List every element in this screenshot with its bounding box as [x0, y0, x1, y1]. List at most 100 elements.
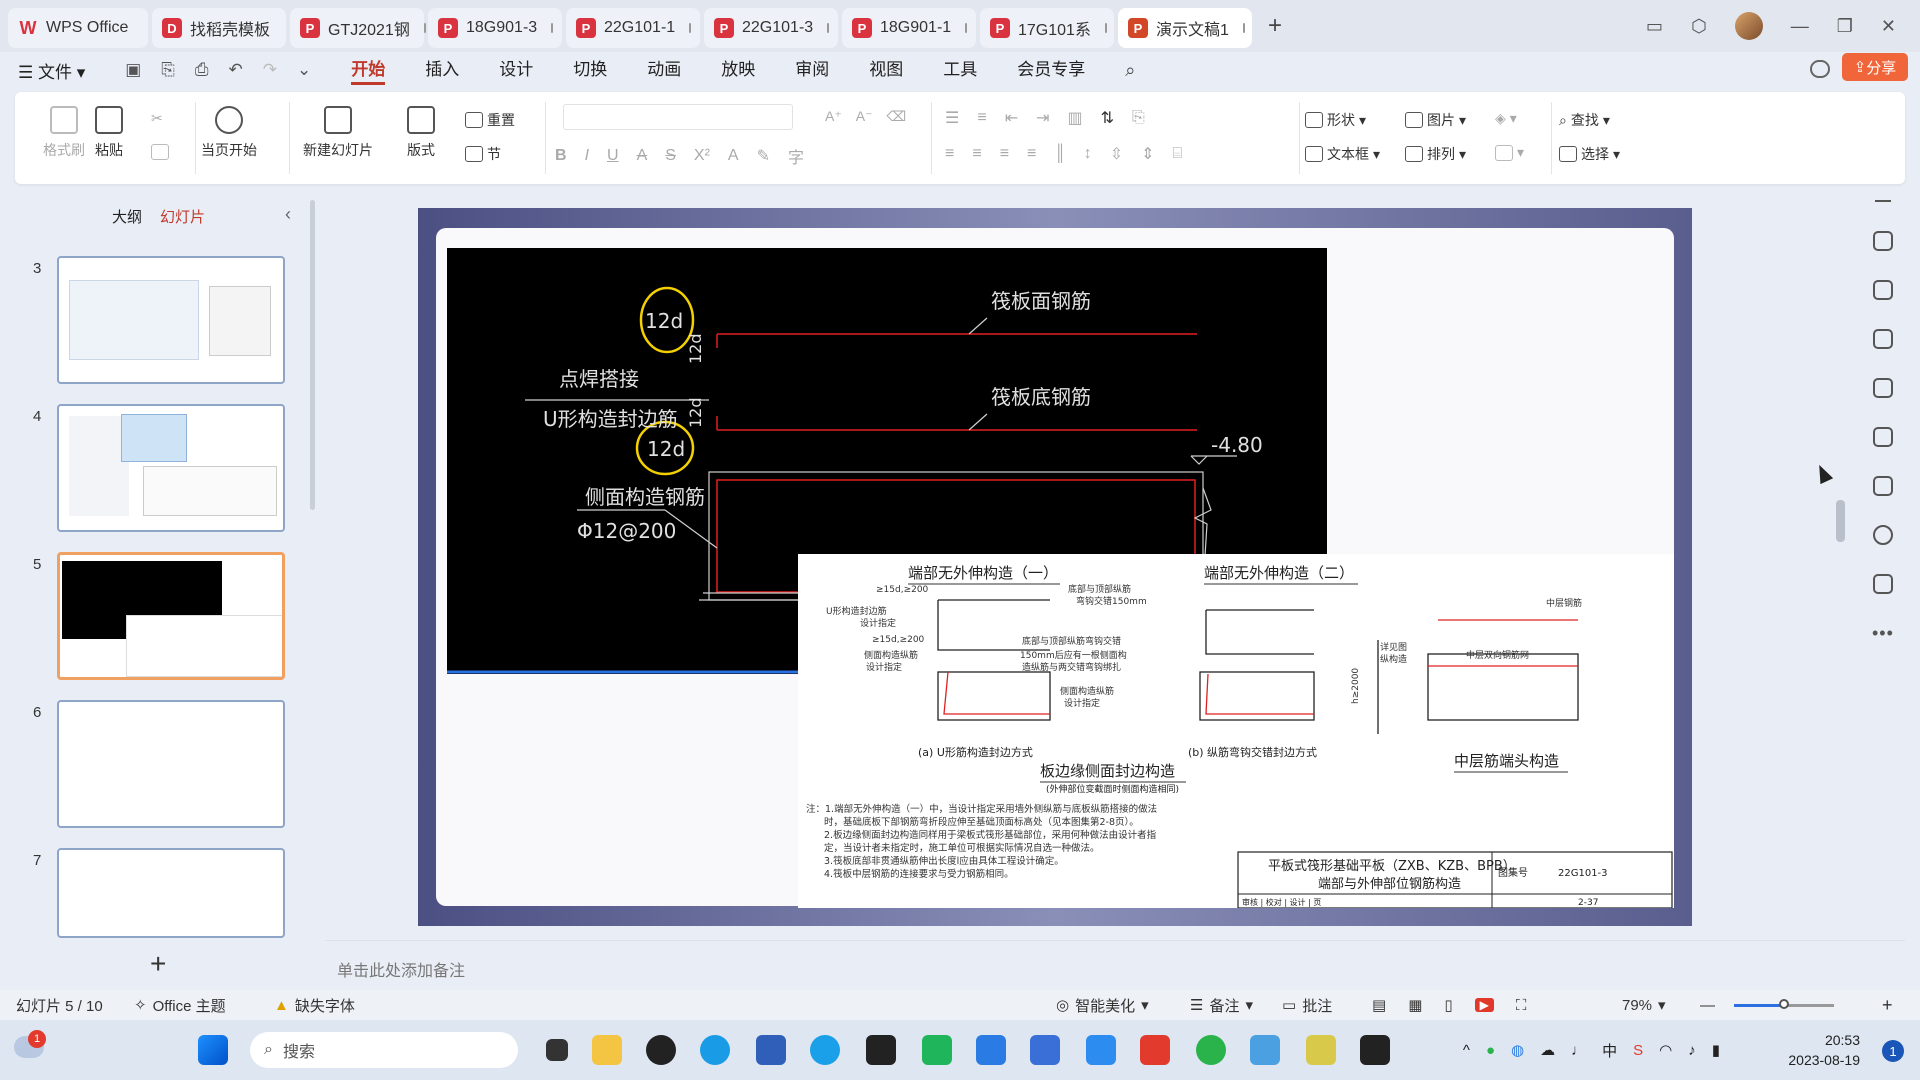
- notes-pane[interactable]: 单击此处添加备注: [325, 940, 1905, 992]
- restore-icon[interactable]: ❐: [1837, 16, 1853, 37]
- slide-thumbnail[interactable]: [57, 256, 285, 384]
- file-menu[interactable]: ☰ 文件 ▾: [18, 58, 85, 83]
- convert-icon[interactable]: ⎘: [1132, 109, 1145, 127]
- slideshow-icon[interactable]: ▶: [1474, 998, 1494, 1012]
- more-chevron-icon[interactable]: ⌄: [297, 60, 311, 80]
- text-columns-icon[interactable]: ▥: [1068, 108, 1083, 128]
- cube-app-icon[interactable]: [866, 1035, 896, 1065]
- wps-tray-icon[interactable]: S: [1633, 1042, 1643, 1059]
- adjust-icon[interactable]: [1872, 231, 1893, 251]
- copy-button[interactable]: [151, 144, 169, 160]
- arrange-button[interactable]: 排列 ▾: [1405, 144, 1466, 164]
- star-icon[interactable]: [1872, 280, 1893, 300]
- tray-app-icon[interactable]: ◍: [1511, 1041, 1524, 1059]
- ime-indicator[interactable]: 中: [1602, 1040, 1617, 1061]
- increase-font-icon[interactable]: A⁺: [825, 108, 842, 125]
- redo-icon[interactable]: ↷: [263, 60, 277, 80]
- tray-chevron-icon[interactable]: ^: [1463, 1042, 1470, 1059]
- book-icon[interactable]: [1872, 476, 1893, 496]
- zoom-in-button[interactable]: +: [1882, 995, 1893, 1016]
- remote-desktop-icon[interactable]: [1250, 1035, 1280, 1065]
- format-painter-button[interactable]: 格式刷: [43, 106, 85, 160]
- tab-slides[interactable]: 幻灯片: [160, 206, 205, 227]
- feishu-icon[interactable]: [976, 1035, 1006, 1065]
- document-tab[interactable]: P 18G901-3: [428, 8, 562, 48]
- wechat-tray-icon[interactable]: ●: [1486, 1042, 1495, 1059]
- document-tab[interactable]: D 找稻壳模板: [152, 8, 286, 48]
- slide-panel-scrollbar[interactable]: [310, 200, 315, 510]
- ribbon-tab[interactable]: 切换: [573, 55, 607, 85]
- italic-icon[interactable]: I: [585, 147, 589, 165]
- task-view-icon[interactable]: [546, 1039, 568, 1061]
- numbering-icon[interactable]: ≡: [977, 109, 986, 127]
- outline-button[interactable]: ▾: [1495, 144, 1524, 161]
- document-tab[interactable]: W WPS Office: [8, 8, 148, 48]
- document-tab[interactable]: P 22G101-3: [704, 8, 838, 48]
- pin-app-icon[interactable]: [1306, 1035, 1336, 1065]
- new-tab-button[interactable]: +: [1268, 12, 1282, 40]
- taskbar-search[interactable]: ⌕ 搜索: [250, 1032, 518, 1068]
- robot-icon[interactable]: [1872, 574, 1893, 594]
- print-preview-icon[interactable]: ⎙: [195, 60, 209, 80]
- save-icon[interactable]: ▣: [125, 60, 141, 80]
- slide-thumbnail[interactable]: [57, 848, 285, 938]
- document-tab[interactable]: P 17G101系: [980, 8, 1114, 48]
- bold-icon[interactable]: B: [555, 147, 567, 165]
- font-name-box[interactable]: [563, 104, 793, 130]
- document-tab[interactable]: P 演示文稿1: [1118, 8, 1252, 48]
- align-center-icon[interactable]: ≡: [972, 145, 981, 163]
- indent-decrease-icon[interactable]: ⇤: [1005, 108, 1018, 128]
- underline-icon[interactable]: U: [607, 147, 619, 165]
- dingtalk-icon[interactable]: [1086, 1035, 1116, 1065]
- ribbon-tab[interactable]: 放映: [721, 55, 755, 85]
- slide-thumbnail[interactable]: [57, 700, 285, 828]
- theme-indicator[interactable]: ✧ Office 主题: [134, 995, 226, 1016]
- select-button[interactable]: 选择 ▾: [1559, 144, 1620, 164]
- notes-toggle-button[interactable]: ☰ 备注 ▾: [1190, 995, 1253, 1016]
- strikethrough-s-icon[interactable]: S: [665, 147, 676, 165]
- new-slide-button[interactable]: 新建幻灯片: [303, 106, 373, 160]
- sorter-view-icon[interactable]: ▦: [1408, 996, 1422, 1014]
- store-icon[interactable]: [756, 1035, 786, 1065]
- layout-icon[interactable]: ▭: [1646, 16, 1663, 37]
- camera-app-icon[interactable]: [1360, 1035, 1390, 1065]
- comment-bubble-icon[interactable]: [1810, 60, 1830, 78]
- picture-button[interactable]: 图片 ▾: [1405, 110, 1466, 130]
- indent-increase-icon[interactable]: ⇥: [1036, 108, 1049, 128]
- textbox-button[interactable]: 文本框 ▾: [1305, 144, 1380, 164]
- share-button[interactable]: ⇪ 分享: [1842, 53, 1908, 81]
- cut-button[interactable]: ✂: [151, 110, 163, 127]
- slide-thumbnail[interactable]: [57, 404, 285, 532]
- fill-button[interactable]: ◈ ▾: [1495, 110, 1517, 127]
- zoom-slider[interactable]: [1734, 999, 1834, 1009]
- comment-button[interactable]: ▭ 批注: [1282, 995, 1332, 1016]
- superscript-icon[interactable]: X²: [694, 147, 710, 165]
- cube-icon[interactable]: ⬡: [1691, 16, 1707, 37]
- close-icon[interactable]: ✕: [1881, 16, 1896, 37]
- export-icon[interactable]: ⎘: [161, 60, 175, 80]
- shield-app-icon[interactable]: [1030, 1035, 1060, 1065]
- wps-icon[interactable]: [1140, 1035, 1170, 1065]
- paste-button[interactable]: 粘贴: [95, 106, 123, 160]
- battery-icon[interactable]: ▮: [1712, 1041, 1720, 1059]
- ribbon-tab[interactable]: 设计: [499, 55, 533, 85]
- main-scrollbar[interactable]: [1836, 500, 1845, 542]
- edge-icon[interactable]: [700, 1035, 730, 1065]
- wifi-icon[interactable]: ◠: [1659, 1041, 1672, 1059]
- volume-icon[interactable]: ♪: [1688, 1042, 1696, 1059]
- file-explorer-icon[interactable]: [592, 1035, 622, 1065]
- undo-icon[interactable]: ↶: [229, 60, 243, 80]
- decrease-font-icon[interactable]: A⁻: [856, 108, 873, 125]
- fit-window-icon[interactable]: ⛶: [1516, 997, 1527, 1014]
- para-spacing-icon[interactable]: ⇳: [1110, 144, 1123, 164]
- ribbon-tab[interactable]: 会员专享: [1017, 55, 1085, 85]
- ie-icon[interactable]: [810, 1035, 840, 1065]
- reading-view-icon[interactable]: ▯: [1444, 996, 1452, 1014]
- reset-button[interactable]: 重置: [465, 110, 515, 130]
- copy-slide-icon[interactable]: [1872, 329, 1893, 349]
- atlas-page-image[interactable]: 端部无外伸构造（一） 端部无外伸构造（二） (a) U形筋构造封边方式 (b) …: [798, 554, 1674, 908]
- smart-beautify-button[interactable]: ◎ 智能美化 ▾: [1056, 995, 1149, 1016]
- bullets-icon[interactable]: ☰: [945, 108, 959, 128]
- ribbon-tab[interactable]: 工具: [943, 55, 977, 85]
- search-icon[interactable]: ⌕: [1125, 60, 1135, 81]
